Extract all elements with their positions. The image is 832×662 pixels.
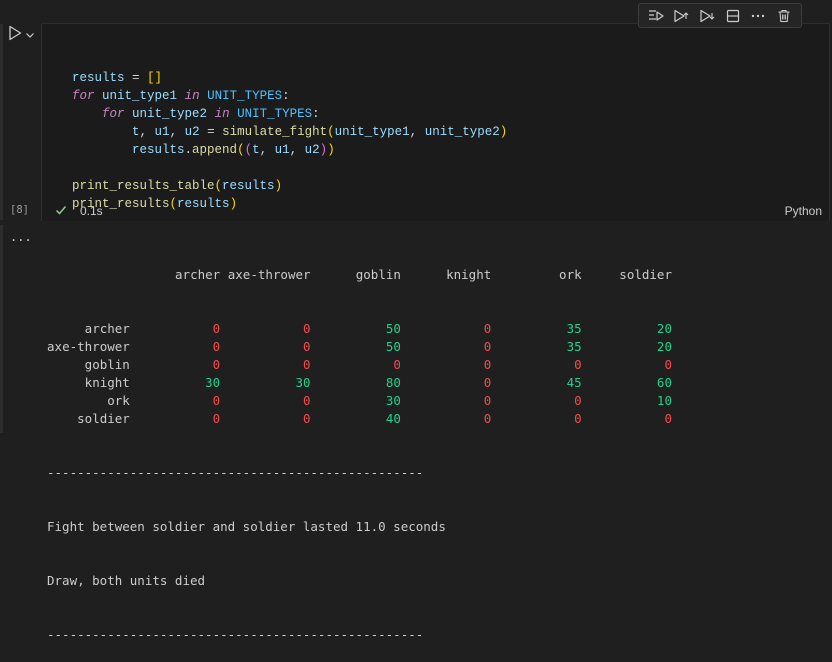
table-row: knight 30 30 80 0 45 60 bbox=[47, 374, 672, 392]
cell-output: archer axe-thrower goblin knight ork soldier … bbox=[47, 230, 672, 662]
run-cell-button[interactable] bbox=[8, 25, 22, 41]
code-line: for unit_type1 in UNIT_TYPES: bbox=[72, 89, 290, 103]
table-column-header: soldier bbox=[619, 267, 672, 282]
table-cell: 40 bbox=[385, 411, 401, 426]
table-cell: 0 bbox=[303, 339, 311, 354]
cell-focus-indicator bbox=[0, 24, 3, 220]
execution-time: 0.1s bbox=[80, 204, 103, 218]
table-column-header: archer bbox=[175, 267, 221, 282]
table-cell: 35 bbox=[566, 321, 582, 336]
table-cell: 0 bbox=[212, 357, 221, 372]
table-cell: 35 bbox=[566, 339, 582, 354]
table-column-header: goblin bbox=[355, 267, 401, 282]
output-separator: ----------------------------------------… bbox=[47, 465, 424, 480]
table-cell: 0 bbox=[574, 411, 582, 426]
table-cell: 60 bbox=[656, 375, 672, 390]
table-cell: 0 bbox=[483, 375, 492, 390]
delete-icon bbox=[778, 9, 790, 22]
table-cell: 0 bbox=[212, 393, 221, 408]
table-row-label: archer bbox=[84, 321, 130, 336]
table-row: axe-thrower 0 0 50 0 35 20 bbox=[47, 338, 672, 356]
split-cell-button[interactable] bbox=[724, 7, 742, 25]
table-cell: 30 bbox=[295, 375, 311, 390]
code-line: results.append((t, u1, u2)) bbox=[132, 143, 335, 157]
table-cell: 80 bbox=[385, 375, 401, 390]
results-table-body: archer 0 0 50 0 35 20 axe-thrower 0 0 50 0 35 20 gobli… bbox=[47, 320, 672, 428]
table-row: goblin 0 0 0 0 0 0 bbox=[47, 356, 672, 374]
output-separator: ----------------------------------------… bbox=[47, 627, 424, 642]
table-cell: 0 bbox=[303, 357, 311, 372]
code-line: print_results_table(results) bbox=[72, 179, 283, 193]
table-cell: 20 bbox=[656, 339, 672, 354]
table-cell: 0 bbox=[303, 393, 311, 408]
output-line: Fight between soldier and soldier lasted… bbox=[47, 519, 446, 534]
results-table-header: archer axe-thrower goblin knight ork soldier bbox=[47, 266, 672, 284]
more-icon bbox=[752, 14, 765, 17]
table-row-label: goblin bbox=[84, 357, 130, 372]
play-icon bbox=[9, 25, 22, 41]
table-row-label: ork bbox=[107, 393, 130, 408]
table-cell: 0 bbox=[574, 357, 582, 372]
table-cell: 30 bbox=[205, 375, 221, 390]
table-column-header: axe-thrower bbox=[227, 267, 311, 282]
table-cell: 0 bbox=[303, 321, 311, 336]
table-cell: 0 bbox=[212, 321, 221, 336]
table-row: archer 0 0 50 0 35 20 bbox=[47, 320, 672, 338]
execute-below-icon bbox=[700, 9, 715, 22]
code-line: for unit_type2 in UNIT_TYPES: bbox=[102, 107, 320, 121]
table-column-header: knight bbox=[446, 267, 492, 282]
execute-above-button[interactable] bbox=[672, 7, 690, 25]
code-line: t, u1, u2 = simulate_fight(unit_type1, u… bbox=[132, 125, 508, 139]
table-cell: 0 bbox=[574, 393, 582, 408]
table-cell: 0 bbox=[393, 357, 401, 372]
table-cell: 0 bbox=[483, 393, 492, 408]
output-focus-indicator bbox=[0, 225, 3, 433]
output-more-actions[interactable]: ... bbox=[10, 230, 32, 244]
table-row: soldier 0 0 40 0 0 0 bbox=[47, 410, 672, 428]
run-by-line-icon bbox=[648, 9, 664, 21]
table-cell: 10 bbox=[656, 393, 672, 408]
run-options-dropdown[interactable] bbox=[25, 26, 35, 38]
chevron-down-icon bbox=[26, 33, 34, 38]
table-row-label: axe-thrower bbox=[47, 339, 130, 354]
cell-toolbar bbox=[638, 3, 802, 28]
code-line: results = [] bbox=[72, 71, 163, 85]
table-row-label: knight bbox=[84, 375, 130, 390]
table-cell: 0 bbox=[483, 411, 492, 426]
table-cell: 50 bbox=[385, 321, 401, 336]
table-cell: 0 bbox=[212, 339, 221, 354]
output-line: Draw, both units died bbox=[47, 573, 206, 588]
table-cell: 20 bbox=[656, 321, 672, 336]
table-cell: 50 bbox=[385, 339, 401, 354]
table-cell: 0 bbox=[303, 411, 311, 426]
table-cell: 45 bbox=[566, 375, 582, 390]
table-cell: 0 bbox=[483, 357, 492, 372]
success-check-icon bbox=[55, 206, 67, 215]
table-row-label: soldier bbox=[77, 411, 130, 426]
table-cell: 30 bbox=[385, 393, 401, 408]
delete-cell-button[interactable] bbox=[775, 7, 793, 25]
table-cell: 0 bbox=[483, 339, 492, 354]
code-editor-content[interactable]: results = [] for unit_type1 in UNIT_TYPE… bbox=[72, 51, 507, 213]
execute-below-button[interactable] bbox=[698, 7, 716, 25]
table-cell: 0 bbox=[212, 411, 221, 426]
run-by-line-button[interactable] bbox=[647, 7, 665, 25]
more-actions-button[interactable] bbox=[749, 7, 767, 25]
execution-count: [8] bbox=[10, 204, 29, 216]
split-cell-icon bbox=[726, 9, 739, 22]
table-cell: 0 bbox=[483, 321, 492, 336]
cell-language-picker[interactable]: Python bbox=[785, 204, 822, 218]
table-column-header: ork bbox=[559, 267, 582, 282]
execute-above-icon bbox=[674, 9, 689, 22]
table-row: ork 0 0 30 0 0 10 bbox=[47, 392, 672, 410]
table-cell: 0 bbox=[664, 411, 672, 426]
table-cell: 0 bbox=[664, 357, 672, 372]
